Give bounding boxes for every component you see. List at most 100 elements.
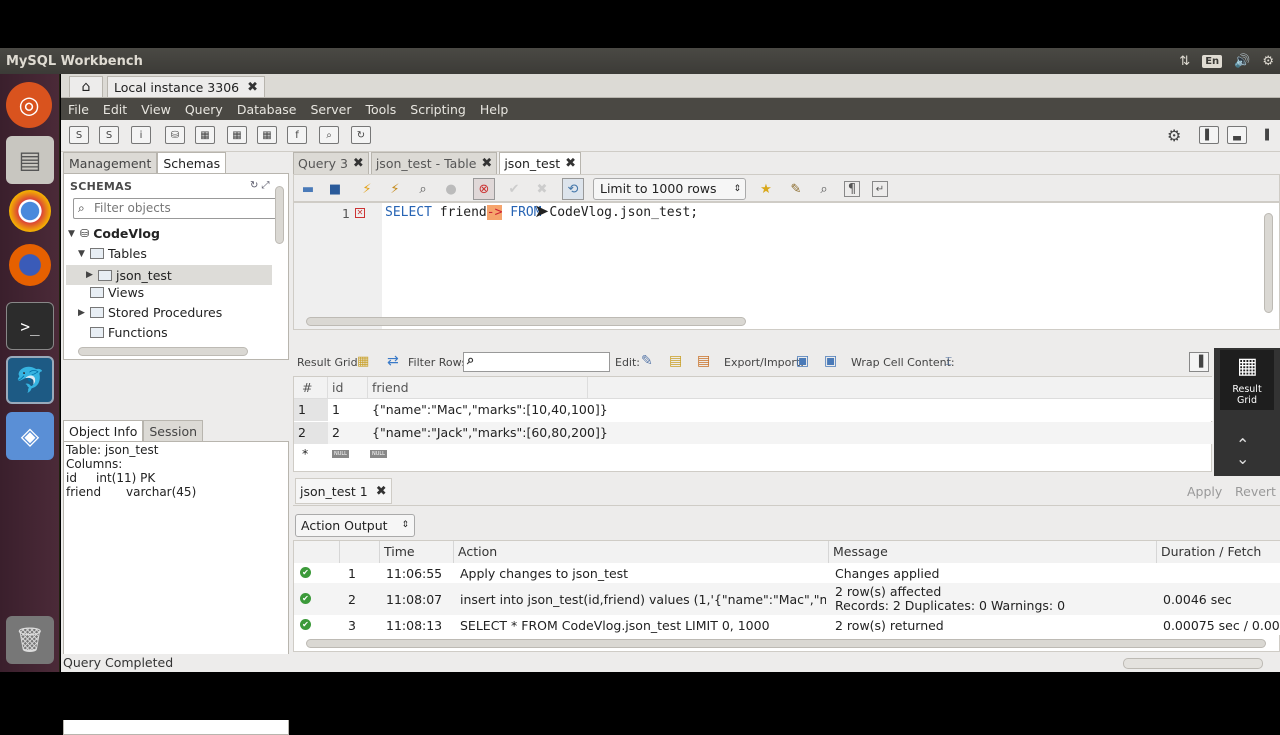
tree-schema-codevlog[interactable]: ▼ ⛁ CodeVlog: [68, 226, 160, 241]
find-icon[interactable]: ⌕: [816, 181, 832, 197]
menu-tools[interactable]: Tools: [358, 102, 403, 117]
table-row[interactable]: ✔ 1 11:06:55 Apply changes to json_test …: [294, 563, 1280, 583]
beautify-icon[interactable]: ✎: [788, 181, 804, 197]
table-row[interactable]: 2 2 {"name":"Jack","marks":[60,80,200]}: [294, 422, 1213, 444]
add-row-icon[interactable]: ▤: [669, 353, 682, 369]
close-icon[interactable]: ✖: [565, 156, 576, 171]
grid-header-friend[interactable]: friend: [368, 377, 588, 399]
tree-table-json-test[interactable]: ▶ json_test: [66, 265, 272, 285]
tab-management[interactable]: Management: [63, 152, 158, 174]
expand-down-icon[interactable]: ▼: [68, 229, 76, 239]
autocommit-icon[interactable]: ⟲: [562, 178, 584, 200]
menu-database[interactable]: Database: [230, 102, 304, 117]
export-icon[interactable]: ▣: [796, 353, 809, 369]
tab-session[interactable]: Session: [143, 420, 204, 442]
open-sql-script-icon[interactable]: S: [99, 126, 119, 144]
create-function-icon[interactable]: f: [287, 126, 307, 144]
software-center-icon[interactable]: ◈: [6, 412, 54, 460]
output-header-message[interactable]: Message: [829, 541, 1157, 563]
table-row[interactable]: 1 1 {"name":"Mac","marks":[10,40,100]}: [294, 399, 1213, 421]
toggle-secondary-sidebar-icon[interactable]: ▐: [1257, 126, 1273, 144]
output-header-time[interactable]: Time: [380, 541, 454, 563]
create-schema-icon[interactable]: ⛁: [165, 126, 185, 144]
close-icon[interactable]: ✖: [481, 156, 492, 171]
create-table-icon[interactable]: ▦: [195, 126, 215, 144]
menu-server[interactable]: Server: [303, 102, 358, 117]
tree-vscrollbar[interactable]: [275, 186, 284, 244]
editor-vscrollbar[interactable]: [1264, 213, 1273, 313]
explain-icon[interactable]: ⌕: [415, 181, 431, 197]
reconnect-icon[interactable]: ↻: [351, 126, 371, 144]
filter-rows-input[interactable]: ⌕: [463, 352, 610, 372]
tree-stored-procedures[interactable]: ▶ Stored Procedures: [78, 305, 222, 320]
rollback-icon[interactable]: ✖: [534, 181, 550, 197]
toggle-sidebar-icon[interactable]: ▌: [1199, 126, 1219, 144]
network-icon[interactable]: ⇅: [1179, 54, 1190, 69]
refresh-icon[interactable]: ⇄: [387, 353, 399, 369]
tab-json-test-table[interactable]: json_test - Table ✖: [370, 152, 498, 174]
search-table-data-icon[interactable]: ⌕: [319, 126, 339, 144]
cell-id[interactable]: 2: [328, 422, 368, 444]
instance-tab[interactable]: Local instance 3306 ✖: [107, 76, 266, 97]
menu-edit[interactable]: Edit: [96, 102, 134, 117]
tab-query-3[interactable]: Query 3 ✖: [293, 152, 369, 174]
output-hscrollbar[interactable]: [306, 639, 1266, 648]
chrome-icon[interactable]: [9, 190, 51, 232]
execute-current-icon[interactable]: ⚡: [387, 181, 403, 197]
toggle-output-icon[interactable]: ▃: [1227, 126, 1247, 144]
new-row[interactable]: * NULL NULL: [294, 445, 1213, 463]
apply-button[interactable]: Apply: [1187, 484, 1222, 499]
menu-help[interactable]: Help: [473, 102, 516, 117]
delete-row-icon[interactable]: ▤: [697, 353, 710, 369]
open-file-icon[interactable]: ▬: [300, 181, 316, 197]
tree-tables[interactable]: ▼ Tables: [78, 246, 147, 261]
files-icon[interactable]: ▤: [6, 136, 54, 184]
home-tab[interactable]: ⌂: [69, 76, 103, 97]
cell-friend[interactable]: {"name":"Jack","marks":[60,80,200]}: [368, 422, 608, 444]
revert-button[interactable]: Revert: [1235, 484, 1276, 499]
tree-views[interactable]: Views: [90, 285, 144, 300]
ubuntu-dash-icon[interactable]: ◎: [6, 82, 52, 128]
inspector-icon[interactable]: i: [131, 126, 151, 144]
tab-object-info[interactable]: Object Info: [63, 420, 144, 442]
wrap-cell-icon[interactable]: ⌶: [945, 354, 952, 369]
output-type-select[interactable]: Action Output ⇕: [295, 514, 415, 537]
toggle-error-icon[interactable]: ⊗: [473, 178, 495, 200]
create-view-icon[interactable]: ▦: [227, 126, 247, 144]
tab-json-test[interactable]: json_test ✖: [499, 152, 582, 174]
execute-icon[interactable]: ⚡: [359, 181, 375, 197]
grid-icon[interactable]: ▦: [357, 354, 369, 369]
output-header-action[interactable]: Action: [454, 541, 829, 563]
edit-row-icon[interactable]: ✎: [641, 353, 653, 369]
output-header-duration[interactable]: Duration / Fetch: [1157, 541, 1280, 563]
editor-hscrollbar[interactable]: [306, 317, 746, 326]
firefox-icon[interactable]: [9, 244, 51, 286]
settings-gear-icon[interactable]: ⚙: [1262, 54, 1274, 69]
close-icon[interactable]: ✖: [376, 484, 387, 499]
result-grid-side-button[interactable]: ▦ Result Grid: [1220, 350, 1274, 410]
cell-friend[interactable]: {"name":"Mac","marks":[10,40,100]}: [368, 399, 608, 421]
volume-icon[interactable]: 🔊: [1234, 54, 1250, 69]
menu-file[interactable]: File: [61, 102, 96, 117]
preferences-icon[interactable]: ⚙: [1167, 126, 1181, 145]
grid-header-id[interactable]: id: [328, 377, 368, 399]
table-row[interactable]: ✔ 3 11:08:13 SELECT * FROM CodeVlog.json…: [294, 615, 1280, 635]
stop-icon[interactable]: ●: [443, 181, 459, 197]
filter-objects-input[interactable]: ⌕ Filter objects: [73, 198, 278, 219]
commit-icon[interactable]: ✔: [506, 181, 522, 197]
code-editor[interactable]: 1 ✕ SELECT friend-> FROM CodeVlog.json_t…: [293, 201, 1280, 330]
grid-header-rownum[interactable]: #: [298, 377, 328, 399]
close-icon[interactable]: ✖: [247, 80, 258, 95]
cell-id[interactable]: 1: [328, 399, 368, 421]
trash-icon[interactable]: 🗑: [6, 616, 54, 664]
new-sql-tab-icon[interactable]: S: [69, 126, 89, 144]
limit-rows-select[interactable]: Limit to 1000 rows ⇕: [593, 178, 746, 200]
keyboard-indicator[interactable]: En: [1202, 54, 1223, 68]
table-row[interactable]: ✔ 2 11:08:07 insert into json_test(id,fr…: [294, 583, 1280, 615]
tree-hscrollbar[interactable]: [78, 347, 248, 356]
create-procedure-icon[interactable]: ▦: [257, 126, 277, 144]
bookmark-star-icon[interactable]: ★: [758, 181, 774, 197]
refresh-icon[interactable]: ↻ ⤢: [250, 180, 270, 191]
save-icon[interactable]: ■: [327, 181, 343, 197]
scroll-arrows-icon[interactable]: ⌃ ⌄: [1236, 437, 1249, 467]
